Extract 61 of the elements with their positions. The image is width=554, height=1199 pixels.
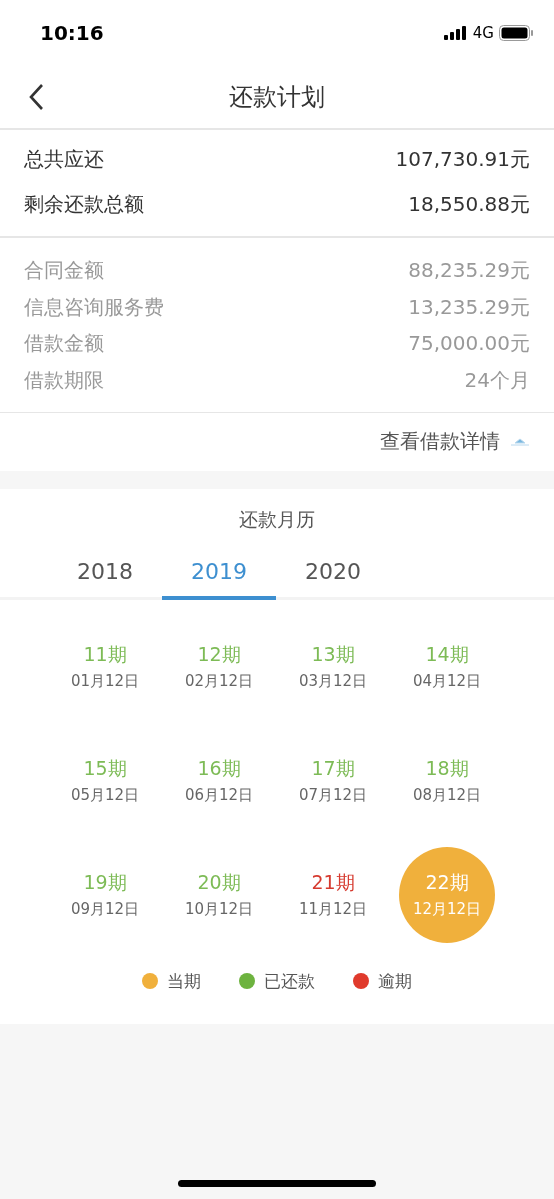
installment-item[interactable]: 11期 01月12日 xyxy=(57,627,153,706)
page-title: 还款计划 xyxy=(229,81,325,113)
installment-period: 14期 xyxy=(425,642,469,667)
installment-item[interactable]: 16期 06月12日 xyxy=(171,741,267,820)
installment-period: 11期 xyxy=(83,642,127,667)
detail-label: 借款期限 xyxy=(24,366,104,394)
installment-period: 12期 xyxy=(197,642,241,667)
installment-period: 18期 xyxy=(425,756,469,781)
installment-period: 16期 xyxy=(197,756,241,781)
installment-period: 20期 xyxy=(197,870,241,895)
network-label: 4G xyxy=(472,23,494,42)
installment-date: 02月12日 xyxy=(184,672,254,691)
installment-date: 12月12日 xyxy=(412,900,482,919)
detail-label: 信息咨询服务费 xyxy=(24,293,164,321)
status-time: 10:16 xyxy=(40,20,104,45)
installment-item[interactable]: 12期 02月12日 xyxy=(171,627,267,706)
installment-date: 11月12日 xyxy=(298,900,368,919)
year-tab[interactable]: 2019 xyxy=(162,558,276,600)
installment-item[interactable]: 15期 05月12日 xyxy=(57,741,153,820)
year-tab[interactable]: 2018 xyxy=(48,558,162,600)
detail-value: 13,235.29元 xyxy=(408,293,530,321)
summary-label: 剩余还款总额 xyxy=(24,191,144,218)
installment-item[interactable]: 20期 10月12日 xyxy=(171,855,267,934)
detail-label: 合同金额 xyxy=(24,257,104,284)
installment-date: 03月12日 xyxy=(298,672,368,691)
calendar-title: 还款月历 xyxy=(238,506,316,532)
loan-details-toggle[interactable]: 查看借款详情 xyxy=(380,428,500,455)
signal-icon xyxy=(443,25,468,40)
summary-label: 总共应还 xyxy=(24,146,104,173)
legend-label: 逾期 xyxy=(378,969,412,993)
legend-label: 已还款 xyxy=(264,969,315,993)
installment-date: 08月12日 xyxy=(412,786,482,805)
installment-item[interactable]: 18期 08月12日 xyxy=(399,741,495,820)
year-tab[interactable]: 2020 xyxy=(276,558,390,600)
installment-date: 05月12日 xyxy=(70,786,140,805)
detail-value: 75,000.00元 xyxy=(408,330,530,357)
summary-value: 107,730.91元 xyxy=(395,146,530,173)
battery-icon xyxy=(499,24,534,41)
installment-period: 19期 xyxy=(83,870,127,895)
installment-item[interactable]: 17期 07月12日 xyxy=(285,741,381,820)
installment-item[interactable]: 14期 04月12日 xyxy=(399,627,495,706)
installment-date: 01月12日 xyxy=(70,672,140,691)
installment-date: 06月12日 xyxy=(184,786,254,805)
detail-label: 借款金额 xyxy=(24,330,104,357)
summary-value: 18,550.88元 xyxy=(408,191,530,218)
installment-item[interactable]: 21期 11月12日 xyxy=(285,855,381,934)
legend-label: 当期 xyxy=(167,969,201,993)
detail-value: 88,235.29元 xyxy=(408,257,530,284)
back-icon[interactable] xyxy=(28,83,44,111)
detail-value: 24个月 xyxy=(464,366,530,394)
installment-date: 09月12日 xyxy=(70,900,140,919)
installment-period: 22期 xyxy=(425,870,469,895)
installment-period: 21期 xyxy=(311,870,355,895)
installment-date: 04月12日 xyxy=(412,672,482,691)
installment-item[interactable]: 19期 09月12日 xyxy=(57,855,153,934)
installment-period: 17期 xyxy=(311,756,355,781)
installment-period: 13期 xyxy=(311,642,355,667)
installment-period: 15期 xyxy=(83,756,127,781)
installment-date: 10月12日 xyxy=(184,900,254,919)
installment-date: 07月12日 xyxy=(298,786,368,805)
installment-item[interactable]: 13期 03月12日 xyxy=(285,627,381,706)
